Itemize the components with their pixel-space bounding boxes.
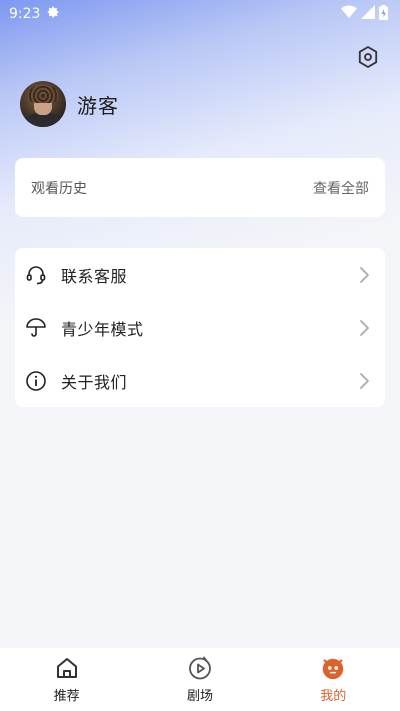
umbrella-icon: [25, 317, 47, 339]
signal-icon: [361, 5, 375, 23]
watch-history-title: 观看历史: [31, 180, 87, 197]
tab-recommend[interactable]: 推荐: [27, 655, 107, 704]
chevron-right-icon: [360, 266, 369, 283]
battery-icon: [379, 4, 388, 24]
tab-mine[interactable]: 我的: [293, 655, 373, 704]
status-bar: 9:23: [0, 0, 400, 28]
profile-section[interactable]: 游客: [20, 81, 119, 127]
avatar[interactable]: [20, 81, 66, 127]
menu-item-label: 联系客服: [61, 266, 128, 286]
watch-history-card[interactable]: 观看历史 查看全部: [15, 158, 385, 217]
bottom-tab-bar: 推荐 剧场 我的: [0, 648, 400, 711]
chevron-right-icon: [360, 372, 369, 389]
tab-theater[interactable]: 剧场: [160, 655, 240, 704]
menu-card: 联系客服 青少年模式 关于我们: [15, 248, 385, 407]
status-left: 9:23: [9, 5, 60, 23]
home-icon: [54, 655, 80, 681]
mine-icon: [320, 655, 346, 681]
settings-button[interactable]: [356, 46, 380, 72]
chevron-right-icon: [360, 319, 369, 336]
tab-label: 推荐: [53, 689, 80, 704]
view-all-link[interactable]: 查看全部: [313, 178, 369, 198]
headset-icon: [25, 264, 47, 286]
status-right: [341, 4, 388, 24]
wifi-icon: [341, 5, 357, 23]
play-icon: [187, 655, 213, 681]
tab-label: 我的: [320, 689, 347, 704]
menu-item-teen-mode[interactable]: 青少年模式: [15, 301, 385, 354]
menu-item-label: 关于我们: [61, 372, 128, 392]
username: 游客: [77, 93, 119, 118]
status-time: 9:23: [9, 6, 41, 22]
menu-item-contact-service[interactable]: 联系客服: [15, 248, 385, 301]
info-icon: [25, 370, 47, 392]
hexagon-settings-icon: [357, 45, 379, 73]
gear-icon: [46, 5, 60, 23]
menu-item-label: 青少年模式: [61, 319, 144, 339]
menu-item-about-us[interactable]: 关于我们: [15, 354, 385, 407]
tab-label: 剧场: [186, 689, 213, 704]
